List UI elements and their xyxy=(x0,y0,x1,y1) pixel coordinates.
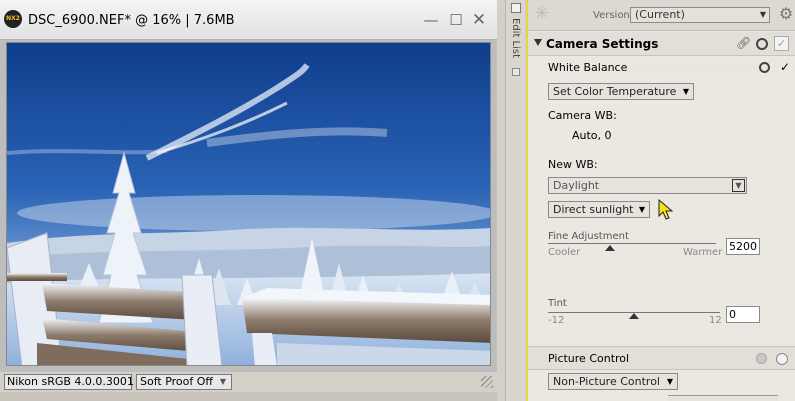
check-icon[interactable]: ✓ xyxy=(774,36,789,51)
white-balance-row: White Balance ✓ xyxy=(540,58,795,78)
wb-method-dropdown[interactable]: Set Color Temperature ▼ xyxy=(548,83,694,100)
new-wb-label: New WB: xyxy=(548,158,598,171)
check-icon[interactable]: ✓ xyxy=(780,60,792,74)
dropdown-arrow-icon: ▼ xyxy=(666,377,673,386)
resize-grip-icon[interactable] xyxy=(481,376,493,388)
white-balance-label: White Balance xyxy=(548,61,628,74)
close-button[interactable]: ✕ xyxy=(471,10,487,30)
image-titlebar[interactable]: NX2 DSC_6900.NEF* @ 16% | 7.6MB — ☐ ✕ xyxy=(0,0,497,40)
tint-min-label: -12 xyxy=(548,315,565,326)
soft-proof-value: Soft Proof Off xyxy=(140,375,213,388)
picture-control-label: Picture Control xyxy=(548,352,630,365)
wb-method-value: Set Color Temperature xyxy=(553,85,677,98)
tint-max-label: 12 xyxy=(709,315,722,326)
camera-wb-label: Camera WB: xyxy=(548,109,617,122)
new-wb-value: Daylight xyxy=(553,179,600,192)
image-window: NX2 DSC_6900.NEF* @ 16% | 7.6MB — ☐ ✕ Ni… xyxy=(0,0,497,401)
dropdown-arrow-icon: ▼ xyxy=(638,205,645,214)
reset-icon[interactable] xyxy=(756,38,768,50)
adjustments-panel: ✳ Version (Current) ▼ ⚙ Camera Settings … xyxy=(526,0,795,401)
cooler-label: Cooler xyxy=(548,247,581,258)
warmer-label: Warmer xyxy=(683,247,723,258)
dropdown-arrow-icon: ▼ xyxy=(682,87,689,96)
soft-proof-dropdown[interactable]: Soft Proof Off ▼ xyxy=(136,374,232,390)
collapse-triangle-icon[interactable] xyxy=(534,39,542,46)
color-profile-label: Nikon sRGB 4.0.0.3001 xyxy=(4,374,134,390)
edit-list-marker-icon[interactable] xyxy=(512,68,520,76)
reset-icon[interactable] xyxy=(759,62,770,73)
picture-control-header[interactable]: Picture Control xyxy=(528,346,795,370)
version-dropdown[interactable]: (Current) ▼ xyxy=(630,7,770,23)
panel-topbar: ✳ Version (Current) ▼ ⚙ xyxy=(528,0,795,31)
picture-control-dropdown[interactable]: Non-Picture Control ▼ xyxy=(548,373,678,390)
fine-adjustment-slider-thumb[interactable] xyxy=(605,245,616,251)
maximize-icon: ☐ xyxy=(449,11,463,29)
fine-adjustment-slider-track[interactable] xyxy=(548,243,716,244)
maximize-button[interactable]: ☐ xyxy=(448,12,464,28)
winter-landscape-photo xyxy=(7,43,490,365)
edit-list-label[interactable]: Edit List xyxy=(510,18,521,58)
radio-icon[interactable] xyxy=(776,353,788,365)
link-icon[interactable]: 🔗︎ xyxy=(736,36,751,50)
photo-canvas[interactable] xyxy=(6,42,491,366)
minimize-button[interactable]: — xyxy=(423,12,439,28)
camera-settings-title: Camera Settings xyxy=(546,37,659,51)
dropdown-arrow-icon: ▼ xyxy=(732,179,745,192)
image-statusbar: Nikon sRGB 4.0.0.3001 Soft Proof Off ▼ xyxy=(0,372,497,392)
window-bottom-border xyxy=(0,392,497,401)
close-icon: ✕ xyxy=(471,10,487,30)
fine-adjustment-label: Fine Adjustment xyxy=(548,231,629,242)
camera-wb-value: Auto, 0 xyxy=(572,129,612,142)
new-wb-dropdown[interactable]: Daylight ▼ xyxy=(548,177,747,194)
version-value: (Current) xyxy=(635,8,685,21)
dropdown-arrow-icon: ▼ xyxy=(219,377,227,386)
image-title: DSC_6900.NEF* @ 16% | 7.6MB xyxy=(28,13,235,28)
sparkle-icon[interactable]: ✳ xyxy=(532,4,552,24)
tint-label: Tint xyxy=(548,298,567,309)
tint-input[interactable]: 0 xyxy=(726,306,760,323)
gear-icon[interactable]: ⚙ xyxy=(777,5,795,23)
nx2-logo-icon: NX2 xyxy=(4,10,22,28)
picture-control-value: Non-Picture Control xyxy=(553,375,660,388)
fine-adjustment-input[interactable]: 5200 xyxy=(726,238,760,255)
edit-list-strip[interactable]: Edit List xyxy=(505,0,525,401)
edit-list-checkbox[interactable] xyxy=(511,3,521,13)
panel-bottom-control xyxy=(668,395,778,401)
sub-preset-value: Direct sunlight xyxy=(553,203,634,216)
camera-settings-header[interactable]: Camera Settings 🔗︎ ✓ xyxy=(528,32,795,56)
minimize-icon: — xyxy=(423,11,439,29)
dropdown-arrow-icon: ▼ xyxy=(759,10,766,19)
tint-slider-thumb[interactable] xyxy=(629,313,639,319)
version-label: Version xyxy=(593,10,630,21)
sub-preset-dropdown[interactable]: Direct sunlight ▼ xyxy=(548,201,650,218)
status-dot-icon[interactable] xyxy=(756,353,767,364)
cursor-icon xyxy=(658,199,674,220)
